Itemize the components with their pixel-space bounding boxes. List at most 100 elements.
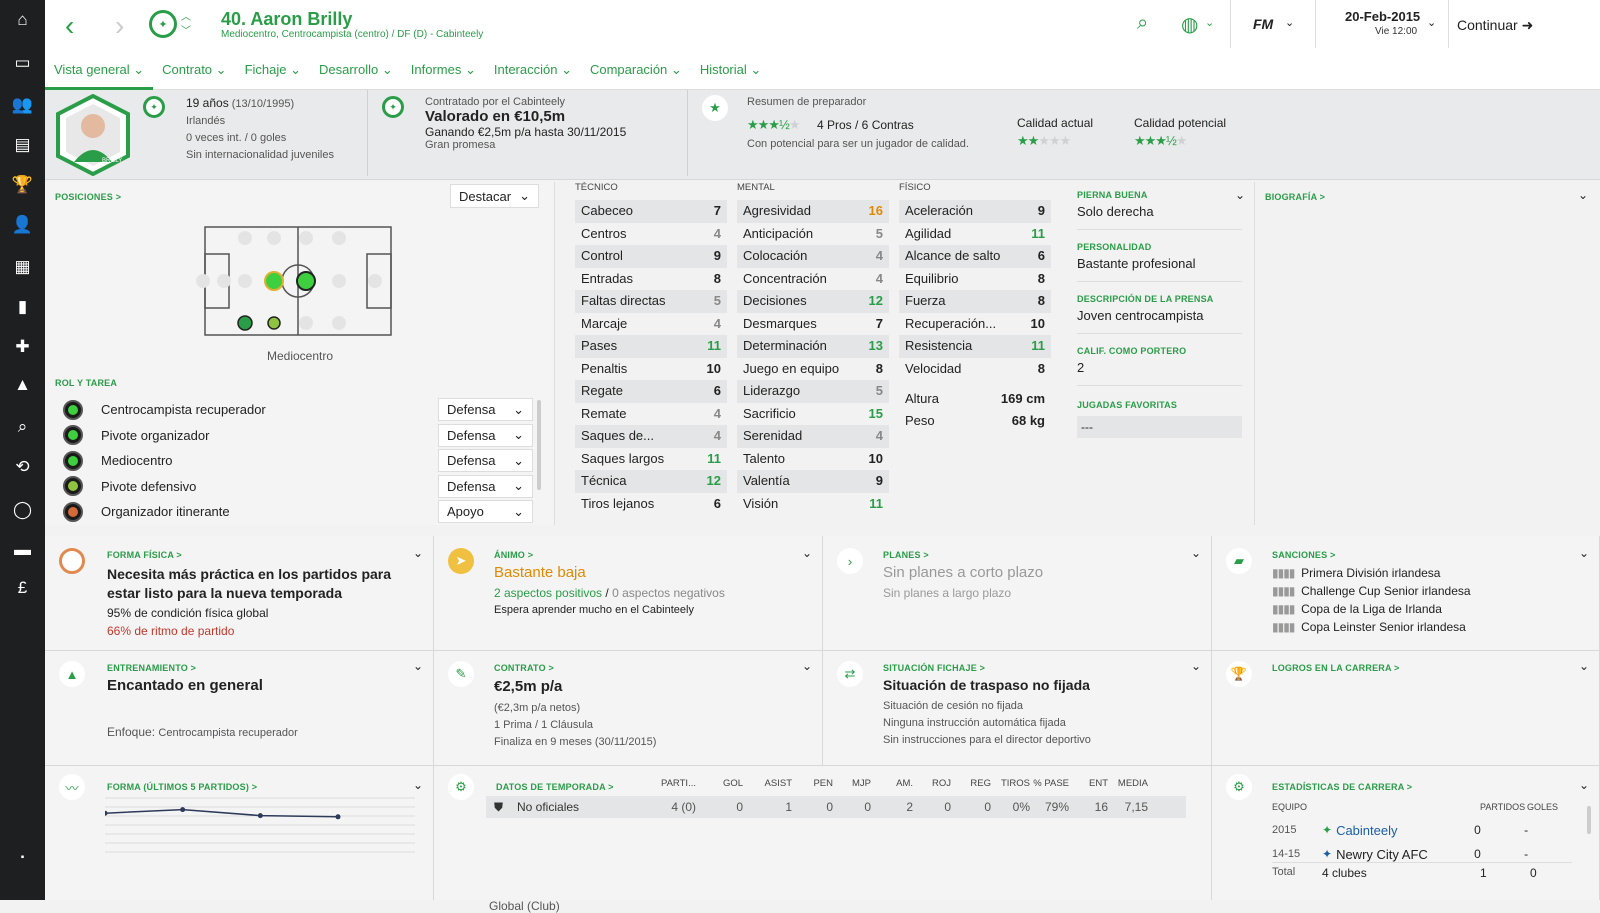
attribute-row[interactable]: Decisiones 12 bbox=[737, 290, 889, 313]
attribute-row[interactable]: Alcance de salto 6 bbox=[899, 245, 1051, 268]
column-header[interactable]: PARTI... bbox=[656, 778, 696, 789]
attribute-row[interactable]: Saques largos 11 bbox=[575, 448, 727, 471]
attribute-row[interactable]: Valentía 9 bbox=[737, 470, 889, 493]
inbox-icon[interactable]: ▭ bbox=[0, 48, 45, 78]
tab-interaction[interactable]: Interacción ⌄ bbox=[485, 60, 581, 90]
attribute-row[interactable]: Serenidad 4 bbox=[737, 425, 889, 448]
attribute-row[interactable]: Regate 6 bbox=[575, 380, 727, 403]
fm-logo[interactable]: FM bbox=[1253, 16, 1273, 32]
chevron-up-icon[interactable]: ︿ bbox=[181, 8, 191, 23]
transfers-icon[interactable]: ⟲ bbox=[0, 452, 45, 482]
column-header[interactable]: GOL bbox=[703, 778, 743, 789]
tab-history[interactable]: Historial ⌄ bbox=[691, 60, 770, 90]
chevron-down-icon[interactable]: ⌄ bbox=[1579, 546, 1589, 560]
chevron-down-icon[interactable]: ⌄ bbox=[413, 659, 423, 673]
biography-label[interactable]: BIOGRAFÍA > bbox=[1265, 192, 1325, 202]
attribute-row[interactable]: Equilibrio 8 bbox=[899, 268, 1051, 291]
attribute-row[interactable]: Pases 11 bbox=[575, 335, 727, 358]
chevron-down-icon[interactable]: ⌄ bbox=[1191, 659, 1201, 673]
column-header[interactable]: ROJ bbox=[911, 778, 951, 789]
chevron-down-icon[interactable]: ⌄ bbox=[413, 778, 423, 792]
attribute-row[interactable]: Agresividad 16 bbox=[737, 200, 889, 223]
chevron-down-icon[interactable]: ⌄ bbox=[1578, 188, 1588, 202]
form-point[interactable] bbox=[335, 814, 341, 820]
tab-comparison[interactable]: Comparación ⌄ bbox=[581, 60, 691, 90]
calendar-icon[interactable]: ▤ bbox=[0, 130, 45, 160]
duty-dropdown[interactable]: Defensa ⌄ bbox=[438, 398, 533, 422]
attribute-row[interactable]: Cabeceo 7 bbox=[575, 200, 727, 223]
chevron-down-icon[interactable]: ⌄ bbox=[1579, 659, 1589, 673]
form-point[interactable] bbox=[105, 810, 108, 816]
game-date[interactable]: 20-Feb-2015 bbox=[1345, 9, 1420, 24]
attribute-row[interactable]: Liderazgo 5 bbox=[737, 380, 889, 403]
attribute-row[interactable]: Fuerza 8 bbox=[899, 290, 1051, 313]
chevron-down-icon[interactable]: ⌄ bbox=[1205, 16, 1214, 29]
chevron-down-icon[interactable]: ⌄ bbox=[1579, 778, 1589, 792]
flag-icon[interactable]: ▪ bbox=[0, 842, 45, 872]
forward-icon[interactable]: › bbox=[115, 12, 124, 40]
attribute-row[interactable]: Control 9 bbox=[575, 245, 727, 268]
attribute-row[interactable]: Técnica 12 bbox=[575, 470, 727, 493]
tab-reports[interactable]: Informes ⌄ bbox=[402, 60, 485, 90]
form-point[interactable] bbox=[180, 807, 186, 813]
money-icon[interactable]: £ bbox=[0, 573, 45, 603]
column-header[interactable]: ASIST bbox=[752, 778, 792, 789]
attribute-row[interactable]: Recuperación... 10 bbox=[899, 313, 1051, 336]
attribute-row[interactable]: Juego en equipo 8 bbox=[737, 358, 889, 381]
column-header[interactable]: MJP bbox=[831, 778, 871, 789]
role-row[interactable]: Centrocampista recuperador Defensa ⌄ bbox=[55, 397, 533, 423]
duty-dropdown[interactable]: Apoyo ⌄ bbox=[438, 500, 533, 524]
staff-icon[interactable]: ✚ bbox=[0, 332, 45, 362]
attribute-row[interactable]: Agilidad 11 bbox=[899, 223, 1051, 246]
table-row[interactable]: ⛊ No oficiales 4 (0) 0 1 0 0 2 0 0 0% 79% 16 7,15 bbox=[486, 796, 1186, 818]
attribute-row[interactable]: Desmarques 7 bbox=[737, 313, 889, 336]
finances-icon[interactable]: ▬ bbox=[0, 535, 45, 565]
chevron-down-icon[interactable]: ⌄ bbox=[1235, 188, 1245, 202]
chevron-down-icon[interactable]: ⌄ bbox=[1191, 546, 1201, 560]
attribute-row[interactable]: Faltas directas 5 bbox=[575, 290, 727, 313]
chevron-down-icon[interactable]: ⌄ bbox=[1285, 16, 1294, 29]
youth-icon[interactable]: 👤 bbox=[0, 210, 45, 240]
role-row[interactable]: Pivote organizador Defensa ⌄ bbox=[55, 423, 533, 449]
continue-button[interactable]: Continuar ➜ bbox=[1457, 17, 1533, 34]
column-header[interactable]: % PASE bbox=[1029, 778, 1069, 789]
attribute-row[interactable]: Visión 11 bbox=[737, 493, 889, 516]
attribute-row[interactable]: Sacrificio 15 bbox=[737, 403, 889, 426]
attribute-row[interactable]: Remate 4 bbox=[575, 403, 727, 426]
attribute-row[interactable]: Aceleración 9 bbox=[899, 200, 1051, 223]
attribute-row[interactable]: Tiros lejanos 6 bbox=[575, 493, 727, 516]
attribute-row[interactable]: Colocación 4 bbox=[737, 245, 889, 268]
role-row[interactable]: Organizador itinerante Apoyo ⌄ bbox=[55, 499, 533, 525]
highlight-dropdown[interactable]: Destacar ⌄ bbox=[450, 184, 539, 208]
tab-overview[interactable]: Vista general ⌄ bbox=[45, 60, 154, 90]
club-icon[interactable]: ◯ bbox=[0, 495, 45, 525]
attribute-row[interactable]: Talento 10 bbox=[737, 448, 889, 471]
globe-icon[interactable]: ◍ bbox=[1181, 12, 1198, 37]
duty-dropdown[interactable]: Defensa ⌄ bbox=[438, 474, 533, 498]
attribute-row[interactable]: Resistencia 11 bbox=[899, 335, 1051, 358]
column-header[interactable]: REG bbox=[951, 778, 991, 789]
column-header[interactable]: AM. bbox=[873, 778, 913, 789]
attribute-row[interactable]: Saques de... 4 bbox=[575, 425, 727, 448]
role-row[interactable]: Pivote defensivo Defensa ⌄ bbox=[55, 474, 533, 500]
attribute-row[interactable]: Anticipación 5 bbox=[737, 223, 889, 246]
duty-dropdown[interactable]: Defensa ⌄ bbox=[438, 449, 533, 473]
column-header[interactable]: PEN bbox=[793, 778, 833, 789]
back-icon[interactable]: ‹ bbox=[65, 12, 74, 40]
table-row[interactable]: 2015 ✦ Cabinteely 0 - bbox=[1272, 818, 1572, 842]
positions-label[interactable]: POSICIONES > bbox=[55, 192, 121, 202]
column-header[interactable]: ENT bbox=[1068, 778, 1108, 789]
chevron-down-icon[interactable]: ⌄ bbox=[1427, 16, 1436, 29]
chevron-down-icon[interactable]: ⌄ bbox=[802, 659, 812, 673]
attribute-row[interactable]: Marcaje 4 bbox=[575, 313, 727, 336]
attribute-row[interactable]: Penaltis 10 bbox=[575, 358, 727, 381]
attribute-row[interactable]: Velocidad 8 bbox=[899, 358, 1051, 381]
trophy-icon[interactable]: 🏆 bbox=[0, 170, 45, 200]
training-icon[interactable]: ▲ bbox=[0, 370, 45, 400]
role-row[interactable]: Mediocentro Defensa ⌄ bbox=[55, 448, 533, 474]
search-icon[interactable]: ⌕ bbox=[0, 412, 45, 442]
chevron-down-icon[interactable]: ⌄ bbox=[802, 546, 812, 560]
column-header[interactable]: TIROS bbox=[990, 778, 1030, 789]
chevron-down-icon[interactable]: ﹀ bbox=[181, 22, 191, 37]
form-point[interactable] bbox=[257, 813, 263, 819]
